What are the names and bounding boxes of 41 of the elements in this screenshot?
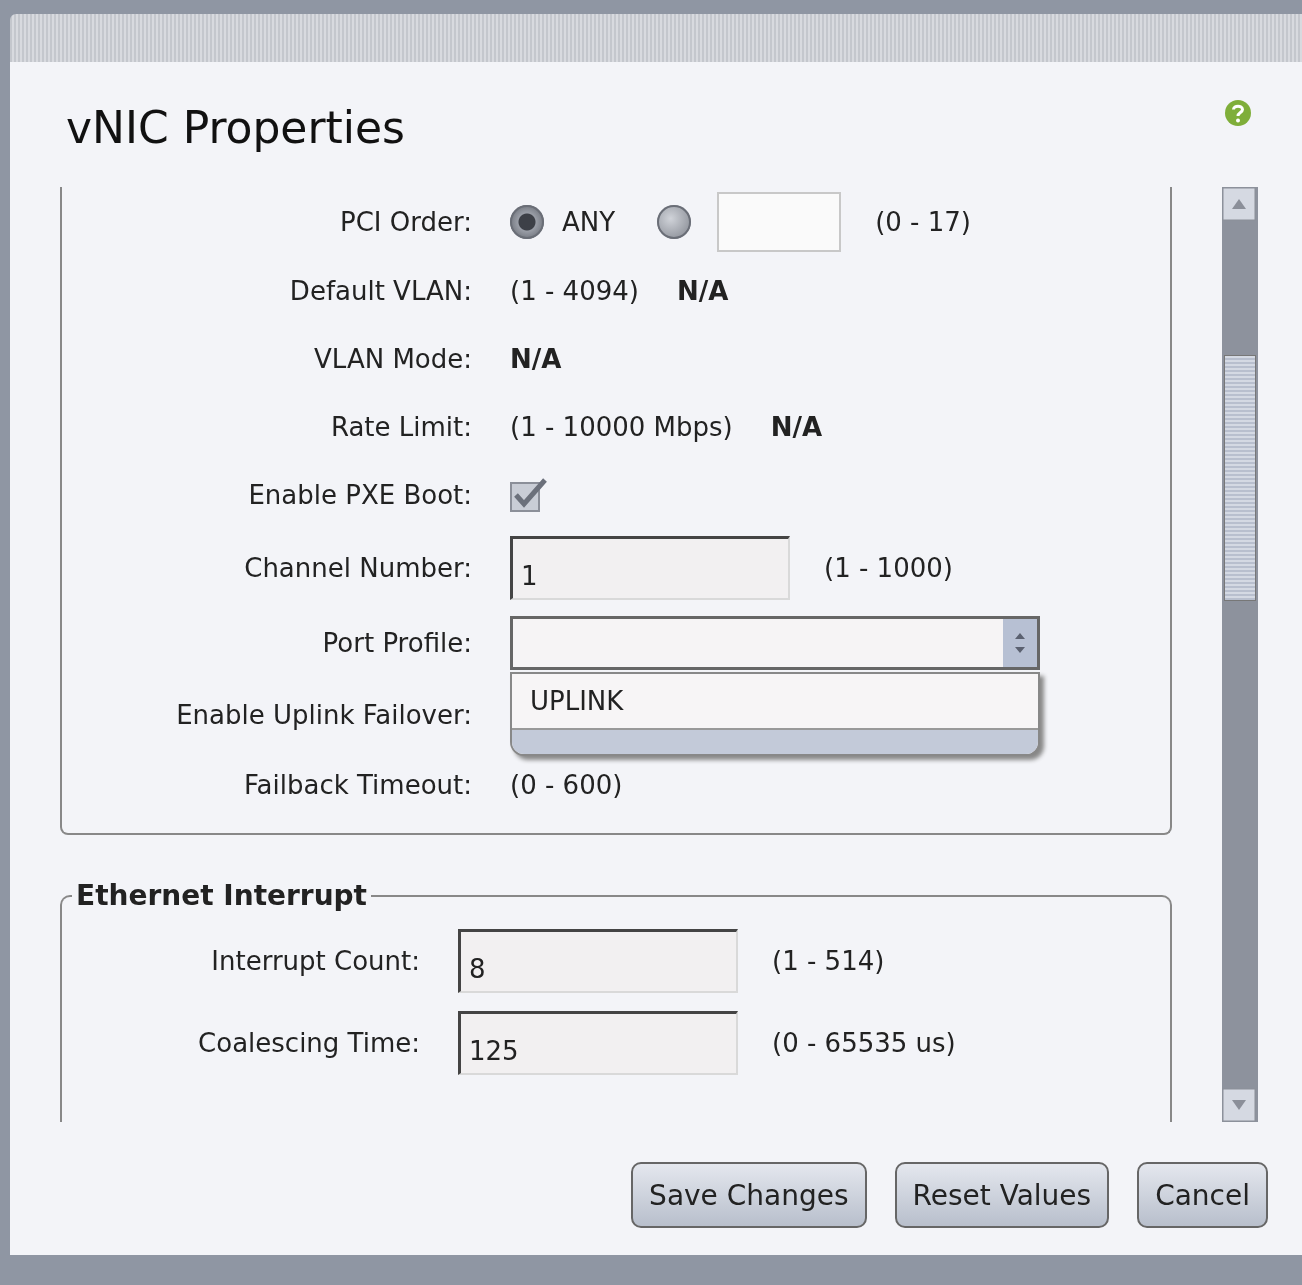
field-value: N/A bbox=[510, 344, 562, 374]
dialog-button[interactable]: Cancel bbox=[1137, 1162, 1268, 1228]
dialog-button[interactable]: Save Changes bbox=[631, 1162, 867, 1228]
dialog-title: vNIC Properties bbox=[66, 102, 405, 153]
field-label: Coalescing Time: bbox=[198, 1028, 420, 1058]
radio-label: ANY bbox=[562, 207, 616, 237]
field-label: Channel Number: bbox=[244, 553, 472, 583]
scroll-up-icon[interactable] bbox=[1222, 187, 1256, 221]
range-hint: (0 - 65535 us) bbox=[772, 1028, 956, 1058]
field-label: Interrupt Count: bbox=[211, 946, 420, 976]
scroll-down-icon[interactable] bbox=[1222, 1088, 1256, 1122]
input-field[interactable]: 1 bbox=[510, 536, 790, 600]
field-label: Default VLAN: bbox=[289, 276, 472, 306]
section-title: Ethernet Interrupt bbox=[75, 879, 368, 912]
spinner-arrows-icon bbox=[1003, 619, 1037, 667]
field-label: Rate Limit: bbox=[330, 412, 472, 442]
input-field[interactable] bbox=[717, 192, 842, 252]
range-hint: (1 - 1000) bbox=[824, 553, 953, 583]
range-hint: (1 - 4094) bbox=[510, 276, 639, 306]
field-label: Port Profile: bbox=[322, 628, 472, 658]
checkbox[interactable] bbox=[510, 478, 548, 512]
field-label: Enable Uplink Failover: bbox=[176, 700, 472, 730]
range-hint: (0 - 17) bbox=[875, 207, 971, 237]
field-label: PCI Order: bbox=[340, 207, 472, 237]
range-hint: (1 - 514) bbox=[772, 946, 885, 976]
range-hint: (0 - 600) bbox=[510, 770, 623, 800]
field-label: Enable PXE Boot: bbox=[248, 480, 472, 510]
range-hint: (1 - 10000 Mbps) bbox=[510, 412, 733, 442]
field-label: VLAN Mode: bbox=[314, 344, 472, 374]
field-value: N/A bbox=[770, 412, 823, 442]
help-icon[interactable] bbox=[1224, 98, 1252, 127]
scrollbar[interactable] bbox=[1222, 187, 1258, 1122]
radio-button[interactable] bbox=[510, 205, 544, 239]
dialog-button[interactable]: Reset Values bbox=[894, 1162, 1110, 1228]
field-value: N/A bbox=[676, 276, 729, 306]
scrollbar-thumb[interactable] bbox=[1224, 355, 1256, 601]
input-field[interactable]: 8 bbox=[458, 929, 738, 993]
field-label: Failback Timeout: bbox=[244, 770, 472, 800]
dropdown-field[interactable] bbox=[510, 616, 1040, 670]
radio-button[interactable] bbox=[657, 205, 692, 239]
input-field[interactable]: 125 bbox=[458, 1011, 738, 1075]
